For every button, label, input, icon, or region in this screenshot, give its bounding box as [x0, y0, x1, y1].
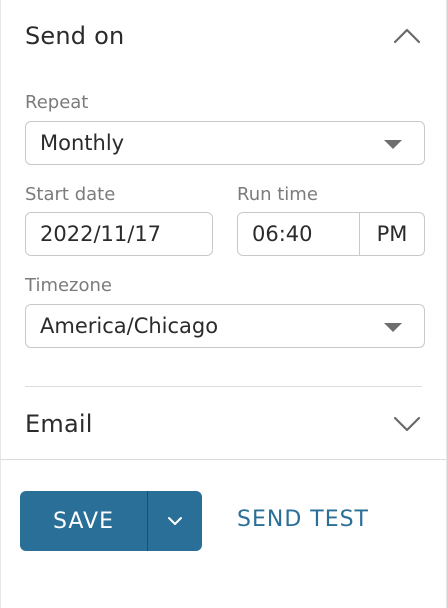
save-options-button[interactable] — [148, 491, 202, 551]
am-pm-value: PM — [376, 222, 408, 246]
run-time-input[interactable]: 06:40 — [238, 213, 360, 255]
repeat-label: Repeat — [25, 92, 89, 113]
repeat-select[interactable]: Monthly — [25, 121, 425, 165]
run-time-label: Run time — [237, 184, 318, 205]
timezone-label: Timezone — [25, 275, 112, 296]
chevron-up-icon[interactable] — [392, 26, 422, 46]
email-section-header[interactable]: Email — [25, 404, 422, 444]
am-pm-toggle[interactable]: PM — [360, 213, 424, 255]
save-button-label: SAVE — [53, 508, 114, 534]
timezone-value: America/Chicago — [40, 314, 219, 338]
send-test-button[interactable]: SEND TEST — [237, 501, 369, 537]
dropdown-caret-icon — [384, 323, 402, 332]
footer-divider — [1, 459, 446, 460]
chevron-down-icon[interactable] — [392, 414, 422, 434]
send-on-section-header[interactable]: Send on — [25, 16, 422, 56]
start-date-label: Start date — [25, 184, 116, 205]
run-time-field: 06:40 PM — [237, 212, 425, 256]
section-divider — [25, 386, 422, 387]
dropdown-caret-icon — [384, 140, 402, 149]
run-time-value: 06:40 — [252, 222, 313, 246]
start-date-value: 2022/11/17 — [40, 222, 162, 246]
start-date-input[interactable]: 2022/11/17 — [25, 212, 213, 256]
chevron-down-icon — [168, 517, 182, 525]
timezone-select[interactable]: America/Chicago — [25, 304, 425, 348]
save-split-button: SAVE — [20, 491, 202, 551]
schedule-panel: Send on Repeat Monthly Start date 2022/1… — [0, 0, 447, 608]
send-test-label: SEND TEST — [237, 506, 369, 532]
email-title: Email — [25, 410, 93, 438]
send-on-title: Send on — [25, 22, 125, 50]
repeat-value: Monthly — [40, 131, 125, 155]
save-button[interactable]: SAVE — [20, 491, 147, 551]
